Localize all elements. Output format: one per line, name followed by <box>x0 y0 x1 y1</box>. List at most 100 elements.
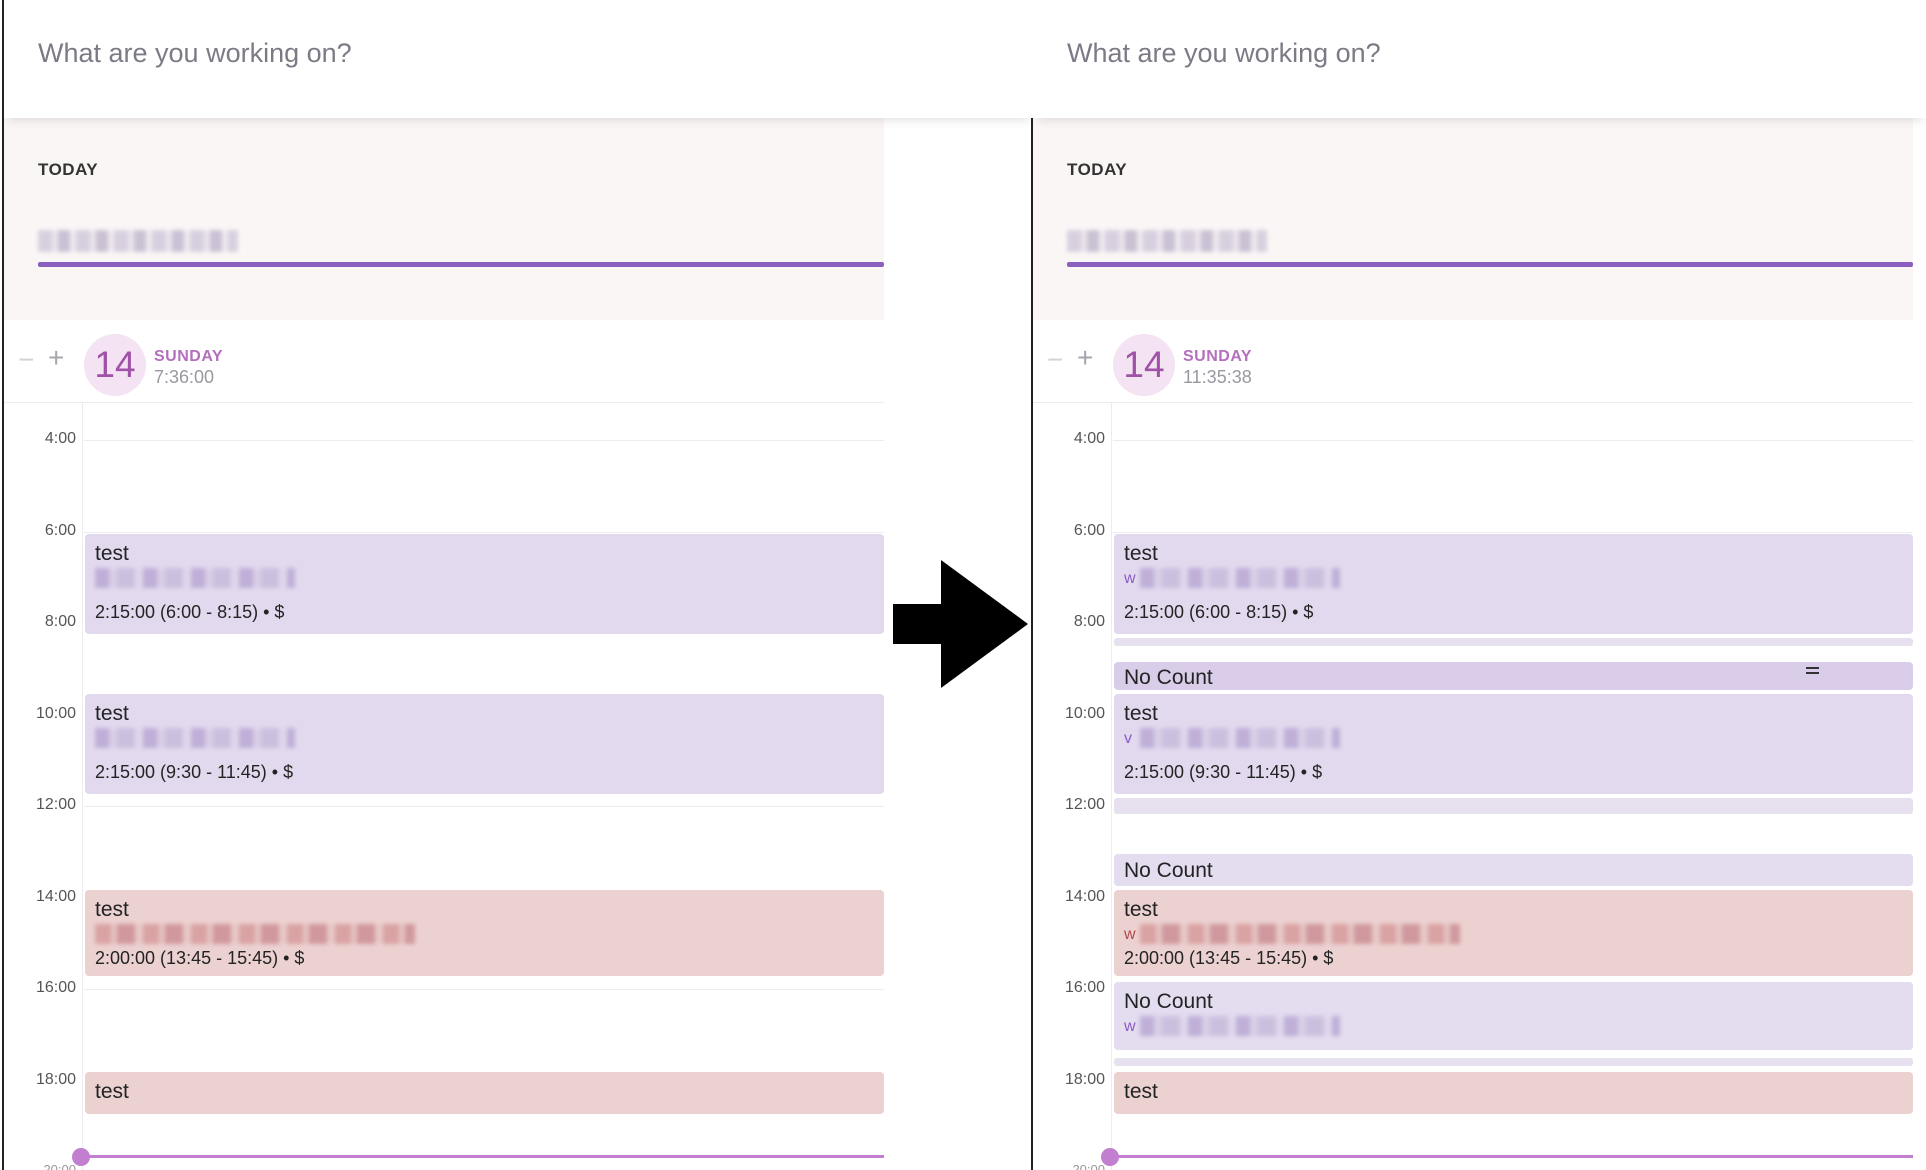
plus-icon[interactable]: + <box>1077 342 1093 374</box>
entry-gap-bar <box>1114 638 1913 646</box>
entry-project-blurred <box>95 924 415 944</box>
time-entry[interactable]: test <box>1114 1072 1913 1114</box>
entry-title: test <box>95 542 129 565</box>
hour-label: 12:00 <box>1064 796 1105 813</box>
entry-title: test <box>1124 542 1158 565</box>
day-header: − + 14 SUNDAY 11:35:38 <box>1033 320 1913 403</box>
hour-label: 16:00 <box>35 979 76 996</box>
entry-duration: 2:15:00 (9:30 - 11:45) • $ <box>1124 762 1323 782</box>
today-label: TODAY <box>1067 160 1128 179</box>
hour-label: 18:00 <box>1064 1071 1105 1088</box>
minus-icon[interactable]: − <box>18 344 34 376</box>
entry-project-blurred <box>1140 728 1340 748</box>
entry-title: test <box>95 702 129 725</box>
entry-project-prefix: w <box>1124 926 1136 943</box>
hour-label: 14:00 <box>1064 888 1105 905</box>
day-name: SUNDAY <box>1183 348 1253 365</box>
entry-duration: 2:00:00 (13:45 - 15:45) • $ <box>95 948 305 968</box>
hour-label: 20:00 <box>43 1162 76 1170</box>
today-summary: TODAY <box>1033 118 1913 320</box>
drag-handle-icon[interactable] <box>1806 664 1819 677</box>
grid-line <box>1113 532 1913 533</box>
hour-label: 18:00 <box>35 1071 76 1088</box>
panel-after: What are you working on? TODAY − + 14 SU… <box>1031 0 1926 1170</box>
entry-project: w <box>1124 568 1340 588</box>
entry-title: No Count <box>1124 859 1213 882</box>
entry-duration: 2:15:00 (6:00 - 8:15) • $ <box>95 602 285 622</box>
entry-project-blurred <box>95 728 295 748</box>
timeline-axis <box>82 402 83 1170</box>
hour-label: 12:00 <box>35 796 76 813</box>
entry-project-blurred <box>95 568 295 588</box>
no-count-entry[interactable]: No Count <box>1114 854 1913 886</box>
timeline-axis <box>1111 402 1112 1170</box>
timer-input-bar[interactable]: What are you working on? <box>1033 0 1926 118</box>
timer-input-placeholder[interactable]: What are you working on? <box>38 38 352 69</box>
today-label: TODAY <box>38 160 99 179</box>
entry-title: test <box>1124 898 1158 921</box>
entry-duration: 2:00:00 (13:45 - 15:45) • $ <box>1124 948 1334 968</box>
now-indicator-line <box>82 1155 884 1158</box>
day-name: SUNDAY <box>154 348 224 365</box>
hour-label: 20:00 <box>1072 1162 1105 1170</box>
today-project-blurred <box>1067 230 1267 252</box>
today-summary: TODAY <box>4 118 884 320</box>
entry-project-blurred <box>1140 1016 1340 1036</box>
hour-label: 4:00 <box>44 430 76 447</box>
entry-project-blurred <box>1140 568 1340 588</box>
minus-icon[interactable]: − <box>1047 344 1063 376</box>
grid-line <box>1113 440 1913 441</box>
entry-duration: 2:15:00 (9:30 - 11:45) • $ <box>95 762 294 782</box>
time-entry[interactable]: test w 2:15:00 (6:00 - 8:15) • $ <box>1114 534 1913 634</box>
timeline: 4:00 6:00 8:00 10:00 12:00 14:00 16:00 1… <box>1033 402 1913 1170</box>
entry-gap-bar <box>1114 798 1913 814</box>
time-entry[interactable]: test 2:15:00 (6:00 - 8:15) • $ <box>85 534 884 634</box>
grid-line <box>84 989 884 990</box>
entry-title: test <box>95 898 129 921</box>
entry-gap-bar <box>1114 1058 1913 1066</box>
now-indicator-line <box>1111 1155 1913 1158</box>
entry-project-prefix: w <box>1124 1018 1136 1035</box>
time-entry[interactable]: test 2:15:00 (9:30 - 11:45) • $ <box>85 694 884 794</box>
day-total-time: 11:35:38 <box>1183 367 1252 387</box>
time-entry[interactable]: test <box>85 1072 884 1114</box>
grid-line <box>84 532 884 533</box>
today-progress-bar <box>38 262 884 267</box>
entry-project-prefix: v <box>1124 730 1132 747</box>
hour-label: 14:00 <box>35 888 76 905</box>
entry-project: w <box>1124 1016 1340 1036</box>
grid-line <box>84 440 884 441</box>
hour-label: 6:00 <box>1073 522 1105 539</box>
hour-label: 4:00 <box>1073 430 1105 447</box>
day-number: 14 <box>84 334 146 396</box>
entry-project-blurred <box>1140 924 1460 944</box>
today-project-blurred <box>38 230 238 252</box>
hour-label: 8:00 <box>44 613 76 630</box>
hour-label: 10:00 <box>1064 705 1105 722</box>
grid-line <box>84 806 884 807</box>
entry-title: No Count <box>1124 666 1213 689</box>
time-entry[interactable]: test w 2:00:00 (13:45 - 15:45) • $ <box>1114 890 1913 976</box>
entry-project: v <box>1124 728 1340 748</box>
time-entry[interactable]: test v 2:15:00 (9:30 - 11:45) • $ <box>1114 694 1913 794</box>
timer-input-bar[interactable]: What are you working on? <box>4 0 1034 118</box>
day-total-time: 7:36:00 <box>154 367 215 387</box>
right-arrow-icon <box>893 560 1028 688</box>
entry-title: test <box>1124 702 1158 725</box>
today-progress-bar <box>1067 262 1913 267</box>
day-header: − + 14 SUNDAY 7:36:00 <box>4 320 884 403</box>
plus-icon[interactable]: + <box>48 342 64 374</box>
hour-label: 16:00 <box>1064 979 1105 996</box>
no-count-entry[interactable]: No Count w <box>1114 982 1913 1050</box>
hour-label: 6:00 <box>44 522 76 539</box>
entry-duration: 2:15:00 (6:00 - 8:15) • $ <box>1124 602 1314 622</box>
entry-project-prefix: w <box>1124 570 1136 587</box>
panel-before: What are you working on? TODAY − + 14 SU… <box>2 0 1034 1170</box>
hour-label: 8:00 <box>1073 613 1105 630</box>
time-entry[interactable]: test 2:00:00 (13:45 - 15:45) • $ <box>85 890 884 976</box>
entry-title: test <box>95 1080 129 1103</box>
hour-label: 10:00 <box>35 705 76 722</box>
no-count-entry[interactable]: No Count <box>1114 662 1913 690</box>
timeline: 4:00 6:00 8:00 10:00 12:00 14:00 16:00 1… <box>4 402 884 1170</box>
timer-input-placeholder[interactable]: What are you working on? <box>1067 38 1381 69</box>
